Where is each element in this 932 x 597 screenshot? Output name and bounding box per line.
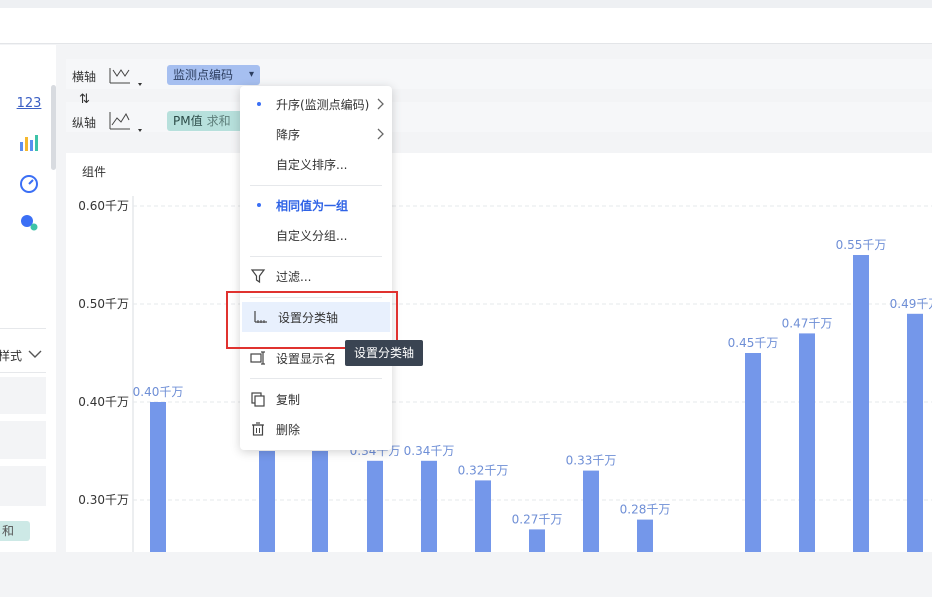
bar	[150, 402, 166, 552]
bar	[745, 353, 761, 552]
property-block[interactable]	[0, 557, 46, 597]
bar	[259, 451, 275, 552]
menu-item-filter[interactable]: 过滤...	[240, 261, 392, 291]
bar-value-label: 0.55千万	[836, 238, 887, 252]
bar-value-label: 0.40千万	[133, 385, 184, 399]
bar-value-label: 0.28千万	[620, 503, 671, 517]
chevron-right-icon	[377, 98, 384, 110]
bar	[475, 480, 491, 552]
bar	[853, 255, 869, 552]
bar-chart: 0.60千万0.50千万0.40千万0.30千万0.40千万0.34千万 0.34…	[78, 196, 932, 552]
menu-divider	[250, 378, 382, 379]
menu-item-copy[interactable]: 复制	[240, 384, 392, 414]
bar	[799, 333, 815, 552]
rename-icon	[250, 351, 265, 365]
copy-icon	[251, 392, 265, 407]
bar-value-label: 0.47千万	[782, 316, 833, 330]
menu-divider	[250, 256, 382, 257]
menu-item-sort-asc[interactable]: 升序(监测点编码)	[240, 89, 392, 119]
y-tick-label: 0.30千万	[78, 493, 129, 507]
filter-icon	[250, 269, 266, 284]
bar	[583, 470, 599, 552]
bar-value-label: 0.32千万	[458, 463, 509, 477]
menu-divider	[250, 185, 382, 186]
bar-value-label: 0.45千万	[728, 336, 779, 350]
y-tick-label: 0.50千万	[78, 297, 129, 311]
bar	[637, 519, 653, 552]
selected-dot-icon	[257, 203, 261, 207]
bar	[312, 451, 328, 552]
bar-value-label: 0.33千万	[566, 454, 617, 468]
menu-item-custom-group[interactable]: 自定义分组...	[240, 220, 392, 250]
bar	[367, 460, 383, 552]
bar-value-label: 0.27千万	[512, 512, 563, 526]
menu-item-delete[interactable]: 删除	[240, 414, 392, 444]
trash-icon	[252, 422, 264, 436]
selected-dot-icon	[257, 102, 261, 106]
menu-item-group-same[interactable]: 相同值为一组	[240, 190, 392, 220]
bar	[421, 460, 437, 552]
menu-item-custom-sort[interactable]: 自定义排序...	[240, 149, 392, 179]
tooltip: 设置分类轴	[345, 340, 423, 366]
y-tick-label: 0.40千万	[78, 395, 129, 409]
bar-value-label: 0.34千万	[404, 444, 455, 458]
bar	[529, 529, 545, 552]
y-tick-label: 0.60千万	[78, 199, 129, 213]
chevron-right-icon	[377, 128, 384, 140]
field-context-menu: 升序(监测点编码) 降序 自定义排序... 相同值为一组 自定义分组... 过滤…	[240, 86, 392, 450]
bar-value-label: 0.49千万	[890, 297, 932, 311]
menu-item-sort-desc[interactable]: 降序	[240, 119, 392, 149]
bar	[907, 313, 923, 552]
